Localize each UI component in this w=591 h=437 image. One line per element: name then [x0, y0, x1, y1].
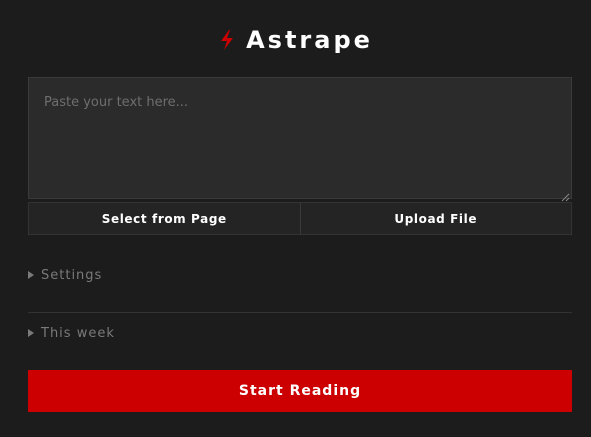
app-title: Astrape — [246, 26, 373, 54]
source-buttons: Select from Page Upload File — [28, 202, 572, 235]
select-from-page-button[interactable]: Select from Page — [29, 203, 300, 234]
text-input[interactable] — [28, 77, 572, 199]
this-week-toggle[interactable]: This week — [28, 324, 115, 342]
settings-toggle[interactable]: Settings — [28, 266, 102, 284]
header: Astrape — [0, 22, 591, 58]
triangle-right-icon — [28, 271, 34, 279]
this-week-label: This week — [41, 325, 115, 341]
triangle-right-icon — [28, 329, 34, 337]
start-reading-button[interactable]: Start Reading — [28, 370, 572, 412]
lightning-bolt-icon — [218, 29, 236, 51]
section-divider — [28, 312, 572, 313]
upload-file-button[interactable]: Upload File — [300, 203, 571, 234]
settings-label: Settings — [41, 267, 103, 283]
popup-window: Astrape Select from Page Upload File Set… — [0, 0, 591, 437]
